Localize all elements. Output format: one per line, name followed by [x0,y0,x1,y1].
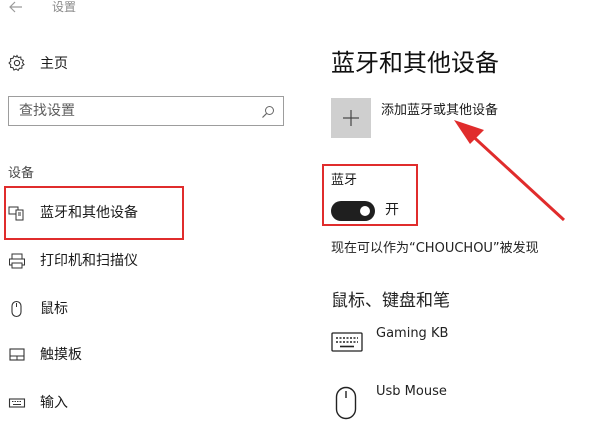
device-item-mouse[interactable]: Usb Mouse [331,384,571,424]
sidebar-item-bluetooth[interactable]: 蓝牙和其他设备 [8,200,268,228]
keyboard-icon [8,394,26,412]
page-title: 蓝牙和其他设备 [331,49,499,77]
annotation-arrow [440,112,580,232]
discoverable-status: 现在可以作为“CHOUCHOU”被发现 [331,241,539,256]
sidebar-item-input[interactable]: 输入 [8,390,268,418]
search-input[interactable] [19,102,239,120]
device-name: Usb Mouse [376,384,447,399]
gear-icon [8,54,26,72]
window-title: 设置 [52,0,77,14]
section-heading-input-devices: 鼠标、键盘和笔 [331,291,450,311]
toggle-knob [360,206,370,216]
bluetooth-heading: 蓝牙 [331,173,358,188]
keyboard-icon [331,332,363,356]
sidebar-item-label: 触摸板 [40,347,82,363]
search-field[interactable] [8,96,284,126]
sidebar-item-printers[interactable]: 打印机和扫描仪 [8,248,268,276]
bluetooth-toggle-state: 开 [385,202,399,218]
sidebar-item-label: 蓝牙和其他设备 [40,205,138,221]
sidebar-item-touchpad[interactable]: 触摸板 [8,342,268,370]
device-name: Gaming KB [376,326,449,341]
printer-icon [8,252,26,270]
sidebar-item-label: 鼠标 [40,301,68,317]
sidebar-item-label: 打印机和扫描仪 [40,253,138,269]
sidebar-item-home[interactable]: 主页 [8,54,268,76]
search-icon[interactable] [261,104,275,118]
back-arrow-icon[interactable] [8,0,28,16]
mouse-icon [335,386,357,424]
device-item-keyboard[interactable]: Gaming KB [331,326,571,366]
add-device-button[interactable] [331,98,371,138]
section-label-devices: 设备 [8,166,35,181]
plus-icon [331,98,371,138]
sidebar-item-label: 输入 [40,395,68,411]
bluetooth-devices-icon [8,204,26,222]
mouse-icon [8,300,26,318]
touchpad-icon [8,346,26,364]
bluetooth-toggle[interactable] [331,201,375,221]
sidebar-item-label: 主页 [40,56,68,72]
sidebar-item-mouse[interactable]: 鼠标 [8,296,268,324]
